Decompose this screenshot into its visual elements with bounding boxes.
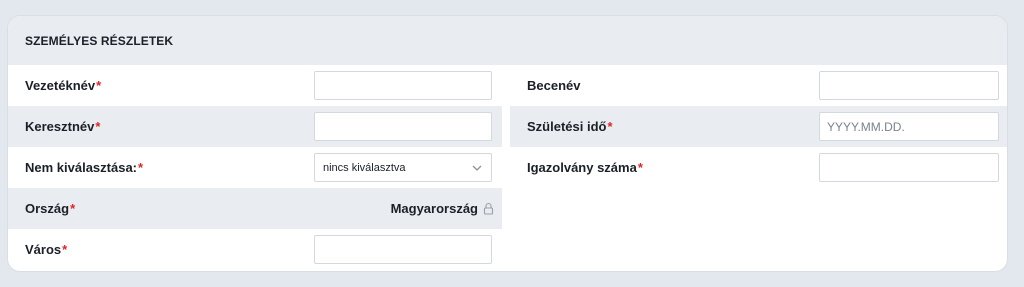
row-birth-date: Születési idő* [510, 106, 1007, 147]
required-mark: * [637, 160, 643, 175]
row-first-name: Keresztnév* [8, 106, 502, 147]
right-column: Becenév Születési idő* Igazolvány száma* [510, 65, 1007, 188]
birth-date-input[interactable] [819, 112, 999, 141]
gender-select[interactable]: nincs kiválasztva [314, 153, 492, 182]
country-label: Ország* [25, 201, 76, 216]
id-number-label: Igazolvány száma* [527, 160, 643, 175]
gender-select-value: nincs kiválasztva [323, 161, 406, 174]
row-nickname: Becenév [510, 65, 1007, 106]
required-mark: * [95, 119, 101, 134]
row-last-name: Vezetéknév* [8, 65, 502, 106]
left-column: Vezetéknév* Keresztnév* Nem kiválasztása… [8, 65, 502, 270]
nickname-label: Becenév [527, 78, 581, 93]
country-value: Magyarország [390, 201, 478, 216]
row-gender: Nem kiválasztása:* nincs kiválasztva [8, 147, 502, 188]
chevron-down-icon [472, 165, 482, 171]
section-title: SZEMÉLYES RÉSZLETEK [25, 33, 174, 48]
city-label: Város* [25, 242, 68, 257]
last-name-label: Vezetéknév* [25, 78, 102, 93]
row-city: Város* [8, 229, 502, 270]
required-mark: * [607, 119, 613, 134]
birth-date-label: Születési idő* [527, 119, 613, 134]
required-mark: * [96, 78, 102, 93]
nickname-input[interactable] [819, 71, 999, 100]
required-mark: * [62, 242, 68, 257]
first-name-label: Keresztnév* [25, 119, 101, 134]
personal-details-card: SZEMÉLYES RÉSZLETEK Vezetéknév* Keresztn… [8, 16, 1007, 271]
lock-icon [483, 202, 494, 215]
city-input[interactable] [314, 235, 492, 264]
section-header: SZEMÉLYES RÉSZLETEK [8, 16, 1007, 65]
required-mark: * [70, 201, 76, 216]
row-id-number: Igazolvány száma* [510, 147, 1007, 188]
first-name-input[interactable] [314, 112, 492, 141]
required-mark: * [138, 160, 144, 175]
row-country: Ország* Magyarország [8, 188, 502, 229]
last-name-input[interactable] [314, 71, 492, 100]
gender-label: Nem kiválasztása:* [25, 160, 144, 175]
id-number-input[interactable] [819, 153, 999, 182]
